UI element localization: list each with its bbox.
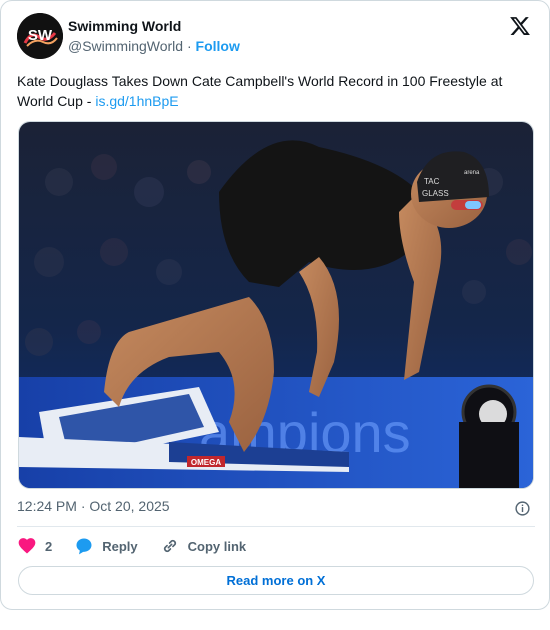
- author-handle[interactable]: @SwimmingWorld: [68, 38, 183, 54]
- tweet-header: SW Swimming World @SwimmingWorld · Follo…: [17, 13, 535, 61]
- tweet-media-image[interactable]: ampions OMEGA TAC GLASS arena: [18, 121, 534, 489]
- like-button[interactable]: 2: [17, 536, 52, 556]
- swimming-world-logo: SW: [17, 13, 63, 59]
- x-logo-icon[interactable]: [509, 15, 531, 37]
- cap-text-1: TAC: [424, 177, 440, 186]
- tweet-actions: 2 Reply Copy link: [17, 534, 268, 558]
- reply-label: Reply: [102, 538, 138, 554]
- handle-separator: ·: [186, 38, 192, 54]
- chair-base: [459, 422, 519, 488]
- tweet-date[interactable]: Oct 20, 2025: [89, 498, 169, 514]
- tweet-text: Kate Douglass Takes Down Cate Campbell's…: [17, 71, 517, 111]
- author-names: Swimming World @SwimmingWorld · Follow: [68, 17, 240, 56]
- author-display-name[interactable]: Swimming World: [68, 17, 240, 35]
- reply-bubble-icon: [76, 538, 92, 555]
- author-handle-row: @SwimmingWorld · Follow: [68, 37, 240, 56]
- tweet-body: Kate Douglass Takes Down Cate Campbell's…: [17, 73, 503, 109]
- info-icon[interactable]: [514, 500, 531, 517]
- tweet-link[interactable]: is.gd/1hnBpE: [95, 93, 178, 109]
- copy-link-button[interactable]: Copy link: [160, 536, 247, 556]
- cap-brand: arena: [464, 170, 480, 176]
- cap-text-2: GLASS: [422, 189, 449, 198]
- avatar[interactable]: SW: [17, 13, 63, 59]
- omega-text: OMEGA: [191, 458, 221, 467]
- divider: [17, 526, 535, 527]
- avatar-logo-text: SW: [28, 27, 53, 44]
- read-more-button[interactable]: Read more on X: [18, 566, 534, 595]
- timestamp-separator: ·: [80, 498, 86, 514]
- like-count: 2: [45, 538, 53, 554]
- tweet-card: SW Swimming World @SwimmingWorld · Follo…: [0, 0, 550, 610]
- copy-link-label: Copy link: [187, 538, 247, 554]
- reply-button[interactable]: Reply: [74, 536, 138, 556]
- timestamp-row: 12:24 PM · Oct 20, 2025: [17, 498, 535, 518]
- goggle-lens: [465, 201, 481, 209]
- tweet-time[interactable]: 12:24 PM: [17, 498, 77, 514]
- link-icon: [163, 539, 176, 553]
- heart-icon: [18, 538, 36, 554]
- swimmer-photo: ampions OMEGA TAC GLASS arena: [19, 122, 533, 488]
- follow-button[interactable]: Follow: [196, 38, 240, 54]
